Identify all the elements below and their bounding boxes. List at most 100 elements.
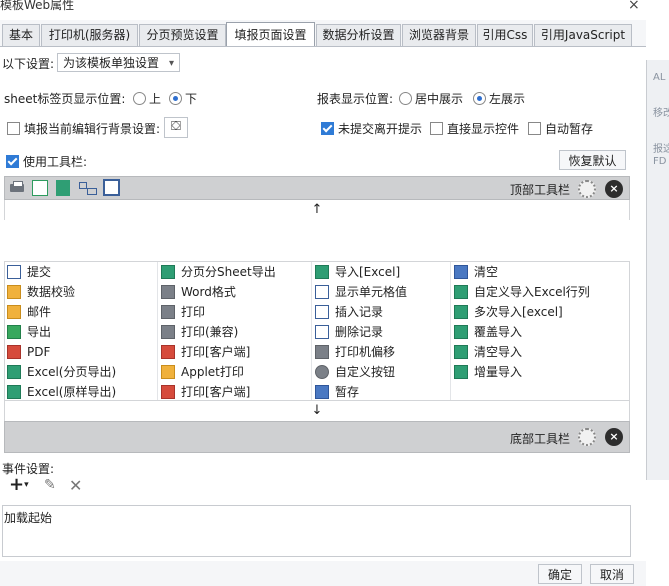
save-icon[interactable] xyxy=(103,179,120,196)
tab-fill-page[interactable]: 填报页面设置 xyxy=(226,22,315,47)
stash-icon xyxy=(315,385,329,399)
grid-item-export[interactable]: 导出 xyxy=(7,322,157,342)
close-icon[interactable]: × xyxy=(628,0,640,13)
event-list: 加载起始 xyxy=(2,505,631,557)
export-icon[interactable] xyxy=(32,180,48,196)
grid-item-applet-print[interactable]: Applet打印 xyxy=(161,362,311,382)
grid-item-validate[interactable]: 数据校验 xyxy=(7,282,157,302)
edit-icon[interactable]: ✎ xyxy=(44,477,56,493)
grid-item-print[interactable]: 打印 xyxy=(161,302,311,322)
window-titlebar: 模板Web属性 × xyxy=(0,0,669,16)
grid-item-custom-import[interactable]: 自定义导入Excel行列 xyxy=(454,282,629,302)
event-item-load-start[interactable]: 加载起始 xyxy=(4,509,52,526)
grid-item-label: 打印机偏移 xyxy=(335,345,396,359)
grid-item-overwrite-import[interactable]: 覆盖导入 xyxy=(454,322,629,342)
insert-record-icon xyxy=(315,305,329,319)
gear-icon[interactable] xyxy=(578,428,596,446)
unsubmitted-label: 未提交离开提示 xyxy=(338,122,423,136)
grid-item-submit[interactable]: 提交 xyxy=(7,262,157,282)
tab-page-preview[interactable]: 分页预览设置 xyxy=(139,24,226,46)
delete-icon[interactable]: ✕ xyxy=(69,476,82,495)
grid-item-label: 导出 xyxy=(27,325,52,339)
grid-item-label: Excel(原样导出) xyxy=(27,385,117,399)
close-icon[interactable]: × xyxy=(605,180,623,198)
sheet-bottom-radio[interactable]: 下 xyxy=(169,90,197,107)
grid-item-clear-import[interactable]: 清空导入 xyxy=(454,342,629,362)
excel-icon xyxy=(7,385,21,399)
print-icon[interactable] xyxy=(9,180,25,196)
gear-icon[interactable] xyxy=(578,180,596,198)
grid-item-stash[interactable]: 暂存 xyxy=(315,382,450,402)
report-left-radio[interactable]: 左展示 xyxy=(473,90,525,107)
flash-print-icon xyxy=(161,345,175,359)
tab-data-analysis[interactable]: 数据分析设置 xyxy=(316,24,401,46)
fill-bg-checkbox[interactable]: 填报当前编辑行背景设置: xyxy=(7,120,160,137)
grid-item-word[interactable]: Word格式 xyxy=(161,282,311,302)
grid-item-mail[interactable]: 邮件 xyxy=(7,302,157,322)
grid-item-excel-paged[interactable]: Excel(分页导出) xyxy=(7,362,157,382)
sheet-top-radio[interactable]: 上 xyxy=(133,90,161,107)
tab-printer[interactable]: 打印机(服务器) xyxy=(41,24,138,46)
move-down-row[interactable]: ↓ xyxy=(4,401,630,421)
arrow-down-icon[interactable]: ↓ xyxy=(312,403,323,418)
bg-text-3: 报这 xyxy=(653,144,669,155)
grid-item-insert-record[interactable]: 插入记录 xyxy=(315,302,450,322)
grid-item-label: 增量导入 xyxy=(474,365,523,379)
restore-default-button[interactable]: 恢复默认 xyxy=(559,150,626,170)
top-toolbar-strip: 顶部工具栏 × xyxy=(4,176,630,200)
report-center-radio[interactable]: 居中展示 xyxy=(399,90,463,107)
grid-item-import-excel[interactable]: 导入[Excel] xyxy=(315,262,450,282)
checkbox-checked-icon xyxy=(321,122,334,135)
excel-icon xyxy=(454,345,468,359)
close-icon[interactable]: × xyxy=(605,428,623,446)
bg-text-1: AL xyxy=(653,72,666,83)
grid-item-label: 删除记录 xyxy=(335,325,384,339)
grid-item-label: 打印[客户端] xyxy=(181,385,251,399)
insert-record-icon[interactable] xyxy=(79,180,97,196)
use-toolbar-checkbox[interactable]: 使用工具栏: xyxy=(6,153,87,170)
grid-item-custom-button[interactable]: 自定义按钮 xyxy=(315,362,450,382)
grid-item-label: PDF xyxy=(27,345,51,359)
grid-item-print-client-pdf[interactable]: 打印[客户端] xyxy=(161,382,311,402)
move-up-row[interactable]: ↑ xyxy=(4,200,630,220)
grid-item-multi-import[interactable]: 多次导入[excel] xyxy=(454,302,629,322)
export-icon xyxy=(7,325,21,339)
excel-icon xyxy=(454,285,468,299)
radio-icon xyxy=(133,92,146,105)
grid-item-pdf[interactable]: PDF xyxy=(7,342,157,362)
arrow-up-icon[interactable]: ↑ xyxy=(312,202,323,217)
grid-item-label: 打印(兼容) xyxy=(181,325,239,339)
excel-icon xyxy=(454,325,468,339)
mail-icon xyxy=(7,305,21,319)
ok-button[interactable]: 确定 xyxy=(538,564,582,584)
grid-item-excel-original[interactable]: Excel(原样导出) xyxy=(7,382,157,402)
grid-item-label: Excel(分页导出) xyxy=(27,365,117,379)
grid-item-export-sheet[interactable]: 分页分Sheet导出 xyxy=(161,262,311,282)
sheet-tab-position-label: sheet标签页显示位置: xyxy=(4,92,126,106)
add-icon[interactable]: +▾ xyxy=(9,475,29,495)
radio-selected-icon xyxy=(169,92,182,105)
grid-item-clear[interactable]: 清空 xyxy=(454,262,629,282)
radio-selected-icon xyxy=(473,92,486,105)
bottom-toolbar-label: 底部工具栏 xyxy=(510,432,571,446)
unsubmitted-leave-checkbox[interactable]: 未提交离开提示 xyxy=(321,120,422,137)
direct-show-checkbox[interactable]: 直接显示控件 xyxy=(430,120,519,137)
tab-basic[interactable]: 基本 xyxy=(2,24,40,46)
paint-bucket-icon[interactable]: ⛋ xyxy=(164,117,188,138)
cancel-button[interactable]: 取消 xyxy=(590,564,634,584)
tab-css[interactable]: 引用Css xyxy=(477,24,533,46)
autosave-checkbox[interactable]: 自动暂存 xyxy=(528,120,593,137)
tab-browser-bg[interactable]: 浏览器背景 xyxy=(402,24,476,46)
tab-javascript[interactable]: 引用JavaScript xyxy=(534,24,632,46)
grid-item-incremental-import[interactable]: 增量导入 xyxy=(454,362,629,382)
grid-item-show-cell-value[interactable]: 显示单元格值 xyxy=(315,282,450,302)
grid-item-print-client[interactable]: 打印[客户端] xyxy=(161,342,311,362)
grid-item-printer-offset[interactable]: 打印机偏移 xyxy=(315,342,450,362)
checkbox-checked-icon xyxy=(6,155,19,168)
excel-import-icon[interactable] xyxy=(56,180,70,196)
bottom-toolbar-strip: 底部工具栏 × xyxy=(4,421,630,453)
scope-select[interactable]: 为该模板单独设置 ▾ xyxy=(57,53,180,72)
grid-item-print-compat[interactable]: 打印(兼容) xyxy=(161,322,311,342)
grid-item-delete-record[interactable]: 删除记录 xyxy=(315,322,450,342)
delete-record-icon xyxy=(315,325,329,339)
